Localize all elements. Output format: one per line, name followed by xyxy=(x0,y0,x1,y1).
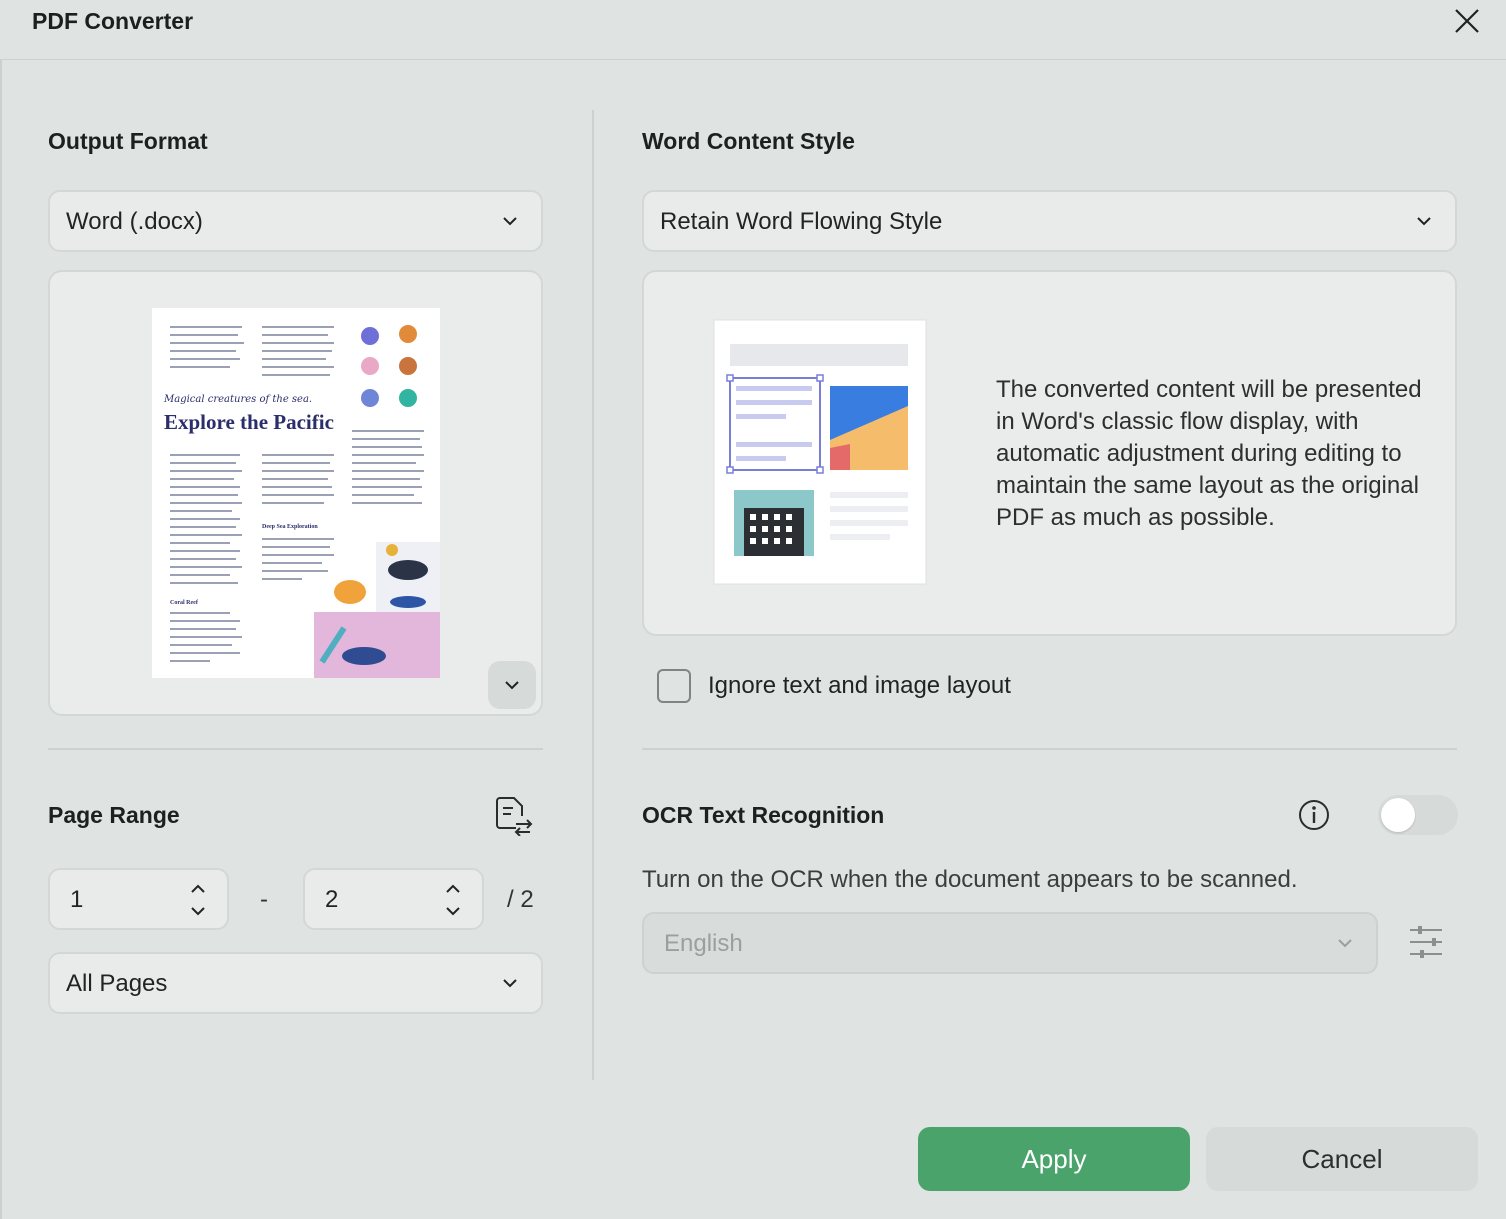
page-mode-select[interactable]: All Pages xyxy=(48,952,543,1014)
settings-sliders-icon[interactable] xyxy=(1408,922,1444,962)
window-title: PDF Converter xyxy=(32,8,194,34)
chevron-down-icon xyxy=(1417,217,1431,226)
preview-subheading-deep-sea: Deep Sea Exploration xyxy=(262,524,318,530)
spinner-icon[interactable] xyxy=(189,880,207,920)
ocr-language-value: English xyxy=(664,930,743,957)
page-range-heading: Page Range xyxy=(48,802,180,828)
close-button[interactable] xyxy=(1450,4,1484,38)
apply-button[interactable]: Apply xyxy=(918,1127,1190,1191)
word-style-description: The converted content will be presented … xyxy=(996,376,1422,531)
window-edge xyxy=(0,60,2,1219)
ocr-heading: OCR Text Recognition xyxy=(642,802,885,828)
page-swap-icon[interactable] xyxy=(494,796,534,836)
word-style-heading: Word Content Style xyxy=(642,128,855,154)
ignore-layout-label[interactable]: Ignore text and image layout xyxy=(708,672,1011,700)
column-divider xyxy=(592,110,594,1080)
info-icon[interactable] xyxy=(1297,798,1331,832)
output-format-heading: Output Format xyxy=(48,128,208,154)
word-style-select[interactable]: Retain Word Flowing Style xyxy=(642,190,1457,252)
chevron-down-icon xyxy=(1338,939,1352,948)
chevron-down-icon xyxy=(503,979,517,988)
sea-creatures-image xyxy=(361,325,417,407)
page-total: / 2 xyxy=(507,886,534,913)
ocr-hint: Turn on the OCR when the document appear… xyxy=(642,866,1298,893)
fish-image xyxy=(314,542,440,678)
preview-expand-button[interactable] xyxy=(488,661,536,709)
preview-headline: Explore the Pacific xyxy=(164,410,334,434)
divider xyxy=(48,748,543,750)
title-bar: PDF Converter xyxy=(0,0,1506,60)
page-from-value: 1 xyxy=(70,886,84,913)
flowing-layout-illustration xyxy=(713,319,927,585)
ocr-language-select[interactable]: English xyxy=(642,912,1378,974)
word-style-value: Retain Word Flowing Style xyxy=(660,208,943,235)
ocr-toggle[interactable] xyxy=(1378,795,1458,835)
close-icon xyxy=(1455,9,1479,33)
page-range-separator: - xyxy=(260,886,268,913)
spinner-icon[interactable] xyxy=(444,880,462,920)
chevron-down-icon xyxy=(503,217,517,226)
toggle-knob xyxy=(1381,798,1415,832)
preview-tagline: Magical creatures of the sea. xyxy=(164,394,313,405)
output-format-value: Word (.docx) xyxy=(66,208,203,235)
cancel-button[interactable]: Cancel xyxy=(1206,1127,1478,1191)
ignore-layout-checkbox[interactable] xyxy=(657,669,691,703)
document-preview-thumbnail: Magical creatures of the sea. Explore th… xyxy=(152,308,440,678)
page-to-input[interactable]: 2 xyxy=(303,868,484,930)
chevron-down-icon xyxy=(505,681,519,690)
page-mode-value: All Pages xyxy=(66,970,168,997)
page-from-input[interactable]: 1 xyxy=(48,868,229,930)
preview-subheading-coral: Coral Reef xyxy=(170,600,198,606)
divider xyxy=(642,748,1457,750)
page-to-value: 2 xyxy=(325,886,339,913)
output-format-select[interactable]: Word (.docx) xyxy=(48,190,543,252)
